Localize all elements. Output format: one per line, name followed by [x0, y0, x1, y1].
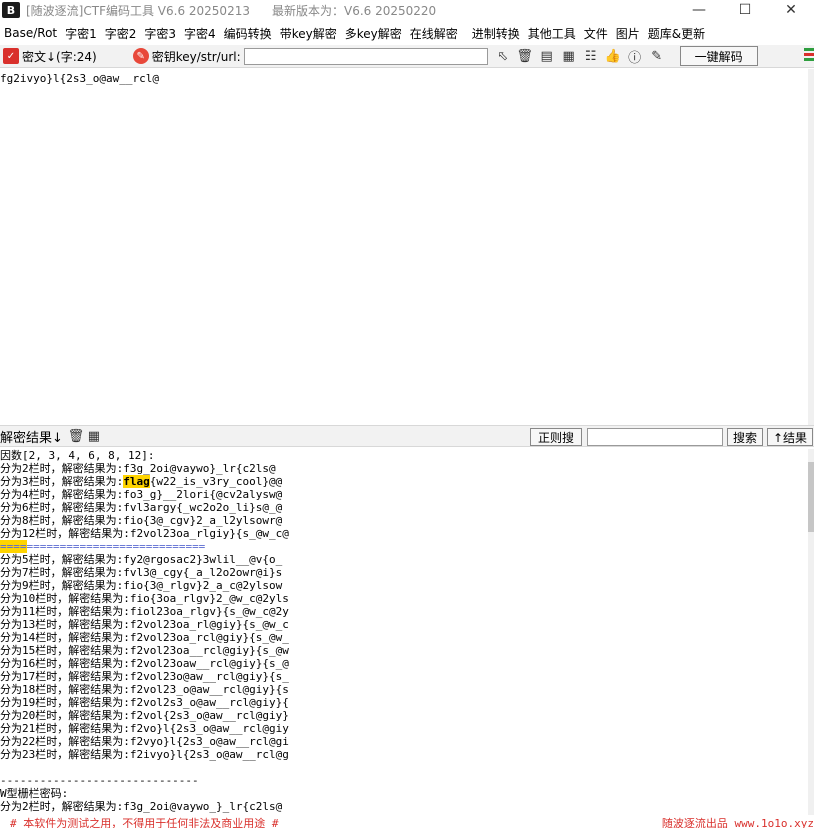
- result-line-flag: 分为3栏时，解密结果为:flag{w22_is_v3ry_cool}@@: [0, 475, 283, 488]
- trash-icon[interactable]: 🗑: [516, 47, 534, 65]
- decrypt-result-output[interactable]: 因数[2, 3, 4, 6, 8, 12]: 分为2栏时，解密结果为:f3g_2…: [0, 449, 808, 815]
- result-line: 分为8栏时，解密结果为:fio{3@_cgv}2_a_l2ylsowr@: [0, 514, 283, 527]
- cipher-text-input[interactable]: fg2ivyo}l{2s3_o@aw__rcl@: [0, 69, 808, 425]
- title-bar: B [随波逐流]CTF编码工具 V6.6 20250213 最新版本为：V6.6…: [0, 0, 814, 20]
- menu-file[interactable]: 文件: [580, 25, 612, 42]
- result-line: 分为19栏时，解密结果为:f2vol2s3_o@aw__rcl@giy}{: [0, 696, 289, 709]
- cursor-select-icon[interactable]: ⬁: [494, 47, 512, 65]
- terminal-icon[interactable]: ▤: [538, 47, 556, 65]
- one-click-decode-button[interactable]: 一键解码: [679, 46, 758, 66]
- menu-cipher-1[interactable]: 字密1: [61, 25, 101, 42]
- search-button[interactable]: 搜索: [727, 428, 763, 446]
- menu-cipher-4[interactable]: 字密4: [180, 25, 220, 42]
- result-line: 分为22栏时，解密结果为:f2vyo}l{2s3_o@aw__rcl@gi: [0, 735, 289, 748]
- maximize-button[interactable]: ☐: [722, 0, 768, 20]
- menu-other-tools[interactable]: 其他工具: [524, 25, 580, 42]
- menu-questions-update[interactable]: 题库&更新: [644, 25, 709, 42]
- result-line: 分为23栏时，解密结果为:f2ivyo}l{2s3_o@aw__rcl@g: [0, 748, 289, 761]
- result-line: 分为12栏时，解密结果为:f2vol23oa_rlgiy}{s_@w_c@: [0, 527, 289, 540]
- status-bar: # 本软件为测试之用，不得用于任何非法及商业用途 # 随波逐流出品 www.1o…: [0, 815, 814, 828]
- dash-separator: ------------------------------: [0, 774, 199, 787]
- result-line: 分为11栏时，解密结果为:fiol23oa_rlgv}{s_@w_c@2y: [0, 605, 289, 618]
- regex-search-button[interactable]: 正则搜: [530, 428, 582, 446]
- paste-icon[interactable]: ☷: [582, 47, 600, 65]
- minimize-button[interactable]: —: [676, 0, 722, 20]
- result-label: 解密结果↓: [0, 430, 63, 446]
- calculator-icon[interactable]: ▦: [560, 47, 578, 65]
- credit-text: 随波逐流出品 www.1o1o.xyz: [661, 817, 814, 828]
- menu-online-decrypt[interactable]: 在线解密: [406, 25, 462, 42]
- search-input[interactable]: [587, 428, 723, 446]
- flag-highlight: flag: [123, 475, 150, 488]
- result-line: 分为10栏时，解密结果为:fio{3oa_rlgv}2_@w_c@2yls: [0, 592, 289, 605]
- menu-multikey-decrypt[interactable]: 多key解密: [341, 25, 406, 42]
- input-scrollbar[interactable]: [808, 69, 814, 425]
- menu-base-rot[interactable]: Base/Rot: [0, 26, 61, 40]
- result-up-button[interactable]: ↑结果: [767, 428, 813, 446]
- result-line: 分为15栏时，解密结果为:f2vol23oa__rcl@giy}{s_@w: [0, 644, 289, 657]
- result-line: 分为6栏时，解密结果为:fvl3argy{_wc2o2o_li}s@_@: [0, 501, 283, 514]
- cipher-text-label: 密文↓(字:24): [22, 49, 97, 64]
- thumbs-up-icon[interactable]: 👍: [604, 47, 622, 65]
- window-title: [随波逐流]CTF编码工具 V6.6 20250213: [26, 3, 250, 18]
- result-line: 分为21栏时，解密结果为:f2vo}l{2s3_o@aw__rcl@giy: [0, 722, 289, 735]
- clear-result-trash-icon[interactable]: 🗑: [67, 427, 85, 445]
- menu-base-convert[interactable]: 进制转换: [468, 25, 524, 42]
- result-line: 分为5栏时，解密结果为:fy2@rgosac2}3wlil__@v{o_: [0, 553, 283, 566]
- result-line: 分为13栏时，解密结果为:f2vol23oa_rl@giy}{s_@w_c: [0, 618, 289, 631]
- cipher-toolbar: ✓ 密文↓(字:24) ✎ 密钥key/str/url: ⬁ 🗑 ▤ ▦ ☷ 👍…: [0, 45, 814, 68]
- result-toolbar: 解密结果↓ 🗑 ▦ 正则搜 搜索 ↑结果: [0, 425, 814, 447]
- key-edit-icon: ✎: [132, 48, 149, 64]
- result-line: 分为16栏时，解密结果为:f2vol23oaw__rcl@giy}{s_@: [0, 657, 289, 670]
- menu-encoding-convert[interactable]: 编码转换: [220, 25, 276, 42]
- edit-icon[interactable]: ✎: [648, 47, 666, 65]
- latest-version-text: 最新版本为：V6.6 20250220: [271, 3, 437, 18]
- cipher-text-icon: ✓: [3, 48, 19, 64]
- result-line: 分为14栏时，解密结果为:f2vol23oa_rcl@giy}{s_@w_: [0, 631, 289, 644]
- menu-cipher-2[interactable]: 字密2: [101, 25, 141, 42]
- separator-line: ===============================: [0, 540, 206, 553]
- result-line: 分为2栏时，解密结果为:f3g_2oi@vaywo}_lr{c2ls@: [0, 462, 276, 475]
- disclaimer-text: # 本软件为测试之用，不得用于任何非法及商业用途 #: [10, 817, 279, 828]
- menu-key-decrypt[interactable]: 带key解密: [276, 25, 341, 42]
- result-line: 分为2栏时，解密结果为:f3g_2oi@vaywo_}_lr{c2ls@: [0, 800, 283, 813]
- result-line: 分为4栏时，解密结果为:fo3_g}__2lori{@cv2alysw@: [0, 488, 283, 501]
- result-line: 分为17栏时，解密结果为:f2vol23o@aw__rcl@giy}{s_: [0, 670, 289, 683]
- result-line: 分为18栏时，解密结果为:f2vol23_o@aw__rcl@giy}{s: [0, 683, 289, 696]
- result-line: 分为20栏时，解密结果为:f2vol{2s3_o@aw__rcl@giy}: [0, 709, 289, 722]
- w-rail-title: W型栅栏密码:: [0, 787, 69, 800]
- output-scrollbar-thumb[interactable]: [808, 462, 814, 532]
- factors-line: 因数[2, 3, 4, 6, 8, 12]:: [0, 449, 155, 462]
- key-input[interactable]: [243, 47, 488, 65]
- copy-result-icon[interactable]: ▦: [85, 427, 103, 445]
- help-icon[interactable]: ⓘ: [626, 47, 644, 66]
- close-button[interactable]: ✕: [768, 0, 814, 20]
- status-indicator-icon: [804, 48, 814, 64]
- app-logo-icon: B: [2, 2, 20, 18]
- result-line: 分为7栏时，解密结果为:fvl3@_cgy{_a_l2o2owr@i}s: [0, 566, 283, 579]
- menu-cipher-3[interactable]: 字密3: [140, 25, 180, 42]
- menu-bar: Base/Rot 字密1 字密2 字密3 字密4 编码转换 带key解密 多ke…: [0, 22, 814, 44]
- result-line: 分为9栏时，解密结果为:fio{3@_rlgv}2_a_c@2ylsow: [0, 579, 283, 592]
- key-label: 密钥key/str/url:: [151, 49, 241, 64]
- menu-image[interactable]: 图片: [612, 25, 644, 42]
